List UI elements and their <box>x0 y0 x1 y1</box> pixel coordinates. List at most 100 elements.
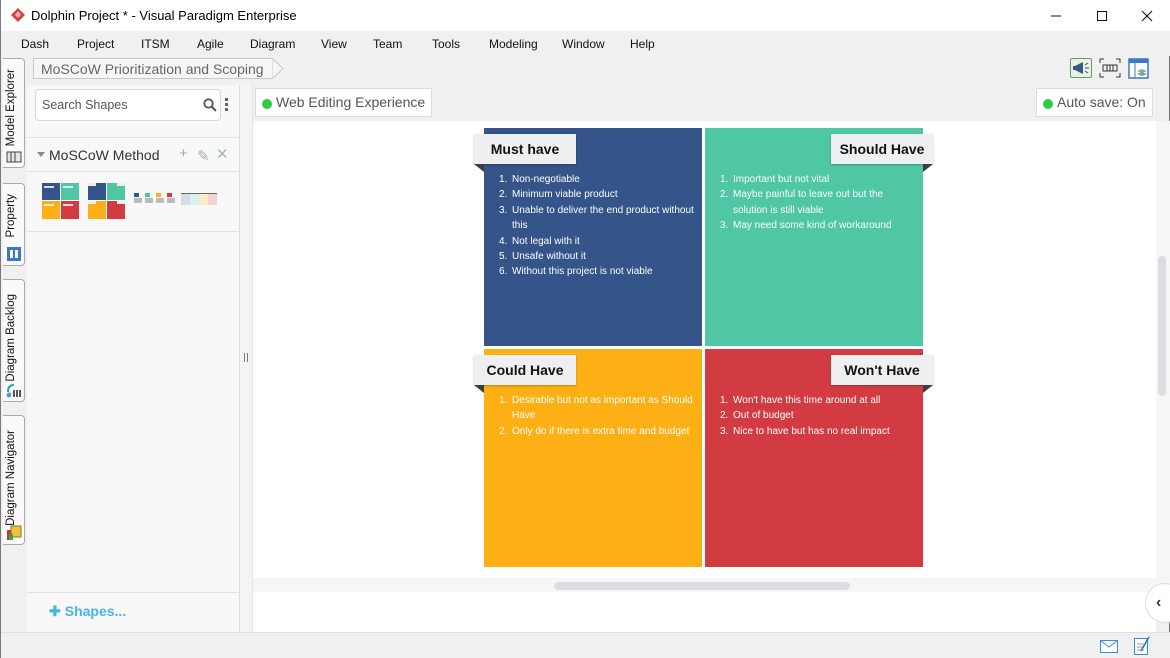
should-have-list: 1. Important but not vital 2. Maybe painful… <box>720 172 920 234</box>
chevron-left-icon: ‹ <box>1156 594 1162 611</box>
divider <box>27 592 240 593</box>
list-item: 5. Unsafe without it <box>499 249 699 264</box>
web-editing-label: Web Editing Experience <box>276 94 426 110</box>
list-number: 6. <box>499 266 508 278</box>
layers-panel-icon <box>1128 58 1149 79</box>
could-have-quadrant[interactable]: Could Have 1. Desirable but not as import… <box>474 349 702 567</box>
menu-project[interactable]: Project <box>77 37 114 51</box>
tab-label: Model Explorer <box>5 69 17 147</box>
wont-have-title: Won't Have <box>831 355 933 385</box>
shape-group-header[interactable]: MoSCoW Method + ✎ ✕ <box>27 137 240 171</box>
tab-property[interactable]: Property <box>3 183 25 266</box>
diagram-navigator-icon <box>7 525 22 540</box>
menu-bar: Dash Project ITSM Agile Diagram View Tea… <box>1 31 1170 56</box>
autosave-label: Auto save: On <box>1057 94 1146 110</box>
fit-diagram-button[interactable] <box>1099 58 1121 78</box>
ribbon-fold <box>474 385 484 393</box>
list-item: 4. Not legal with it <box>499 234 699 249</box>
could-have-list: 1. Desirable but not as important as Shou… <box>499 393 699 439</box>
list-item-text: Unable to deliver the end product withou… <box>512 204 694 232</box>
breadcrumb-arrow-icon <box>272 58 284 79</box>
list-item-text: Without this project is not viable <box>512 266 653 278</box>
menu-view[interactable]: View <box>321 37 347 51</box>
menu-window[interactable]: Window <box>562 37 605 51</box>
tab-diagram-backlog[interactable]: Diagram Backlog <box>3 279 25 402</box>
moscow-grid-shape[interactable] <box>42 183 79 219</box>
layers-panel-button[interactable] <box>1128 58 1150 79</box>
tab-diagram-navigator[interactable]: Diagram Navigator <box>3 415 25 545</box>
list-item-text: Out of budget <box>733 410 794 422</box>
breadcrumb[interactable]: MoSCoW Prioritization and Scoping <box>33 58 273 79</box>
list-item: 1. Desirable but not as important as Shou… <box>499 393 699 424</box>
moscow-cards-shape[interactable] <box>134 193 180 205</box>
add-shapes-link[interactable]: ✚ Shapes... <box>49 603 126 620</box>
tab-model-explorer[interactable]: Model Explorer <box>3 58 25 168</box>
menu-itsm[interactable]: ITSM <box>141 37 170 51</box>
should-have-quadrant[interactable]: Should Have 1. Important but not vital 2. M… <box>705 128 933 346</box>
wont-have-quadrant[interactable]: Won't Have 1. Won't have this time around… <box>705 349 933 567</box>
menu-help[interactable]: Help <box>630 37 655 51</box>
megaphone-button[interactable] <box>1070 58 1092 78</box>
remove-group-icon[interactable]: ✕ <box>216 145 229 163</box>
menu-agile[interactable]: Agile <box>197 37 224 51</box>
search-shapes-input[interactable] <box>42 98 192 112</box>
splitter-grip-icon[interactable] <box>244 353 248 362</box>
list-number: 2. <box>499 189 508 201</box>
moscow-grid-labeled-shape[interactable] <box>88 183 125 219</box>
list-item-text: Non-negotiable <box>512 174 580 185</box>
tab-label: Diagram Navigator <box>5 430 17 526</box>
model-explorer-icon <box>6 151 22 163</box>
list-number: 2. <box>720 410 729 422</box>
autosave-badge[interactable]: Auto save: On <box>1036 88 1153 117</box>
list-number: 1. <box>499 174 508 185</box>
list-item-text: Important but not vital <box>733 174 830 185</box>
ribbon-fold <box>923 385 933 393</box>
diagram-backlog-icon <box>6 384 21 398</box>
list-number: 1. <box>499 395 508 406</box>
list-item-text: Nice to have but has no real impact <box>733 425 890 437</box>
status-dot-icon <box>1043 99 1053 109</box>
edit-group-icon[interactable]: ✎ <box>197 147 210 165</box>
list-item-text: Won't have this time around at all <box>733 395 881 406</box>
divider <box>27 171 240 172</box>
list-number: 2. <box>720 189 729 201</box>
horizontal-scrollbar[interactable] <box>253 578 1156 592</box>
menu-team[interactable]: Team <box>373 37 402 51</box>
list-item: 3. Unable to deliver the end product with… <box>499 203 699 234</box>
notes-icon[interactable] <box>1134 636 1150 655</box>
list-item: 2. Maybe painful to leave out but the sol… <box>720 187 920 218</box>
maximize-icon <box>1097 10 1107 21</box>
status-bar <box>1 632 1170 658</box>
mail-icon[interactable] <box>1100 640 1118 653</box>
vertical-scroll-thumb[interactable] <box>1158 256 1166 396</box>
web-editing-badge[interactable]: Web Editing Experience <box>255 88 433 117</box>
add-shapes-label: Shapes... <box>64 603 127 619</box>
list-number: 4. <box>499 235 508 247</box>
menu-tools[interactable]: Tools <box>432 37 460 51</box>
add-shape-icon[interactable]: + <box>179 145 188 162</box>
vertical-scrollbar[interactable] <box>1156 121 1170 592</box>
menu-dash[interactable]: Dash <box>21 37 49 51</box>
tab-label: Property <box>5 194 17 238</box>
shapes-panel: MoSCoW Method + ✎ ✕ ✚Shapes... <box>27 85 240 632</box>
shape-thumbnails <box>27 177 240 227</box>
minimize-button[interactable] <box>1033 0 1079 31</box>
list-item-text: Only do if there is extra time and budge… <box>512 425 690 437</box>
must-have-quadrant[interactable]: Must have 1. Non-negotiable 2. Minimum viab… <box>474 128 702 346</box>
moscow-columns-shape[interactable] <box>181 193 217 205</box>
list-number: 1. <box>720 395 729 406</box>
list-number: 3. <box>720 220 729 232</box>
list-item-text: Maybe painful to leave out but the solut… <box>733 189 884 216</box>
horizontal-scroll-thumb[interactable] <box>554 582 850 590</box>
collapse-caret-icon[interactable] <box>37 152 45 157</box>
search-icon[interactable] <box>203 98 217 112</box>
maximize-button[interactable] <box>1079 0 1125 31</box>
panel-splitter[interactable] <box>240 85 253 632</box>
close-window-button[interactable] <box>1124 0 1170 31</box>
more-options-icon[interactable] <box>225 98 229 114</box>
list-number: 3. <box>499 204 508 216</box>
minimize-icon <box>1051 15 1061 16</box>
menu-modeling[interactable]: Modeling <box>489 37 538 51</box>
menu-diagram[interactable]: Diagram <box>250 37 295 51</box>
list-item: 2. Minimum viable product <box>499 187 699 202</box>
